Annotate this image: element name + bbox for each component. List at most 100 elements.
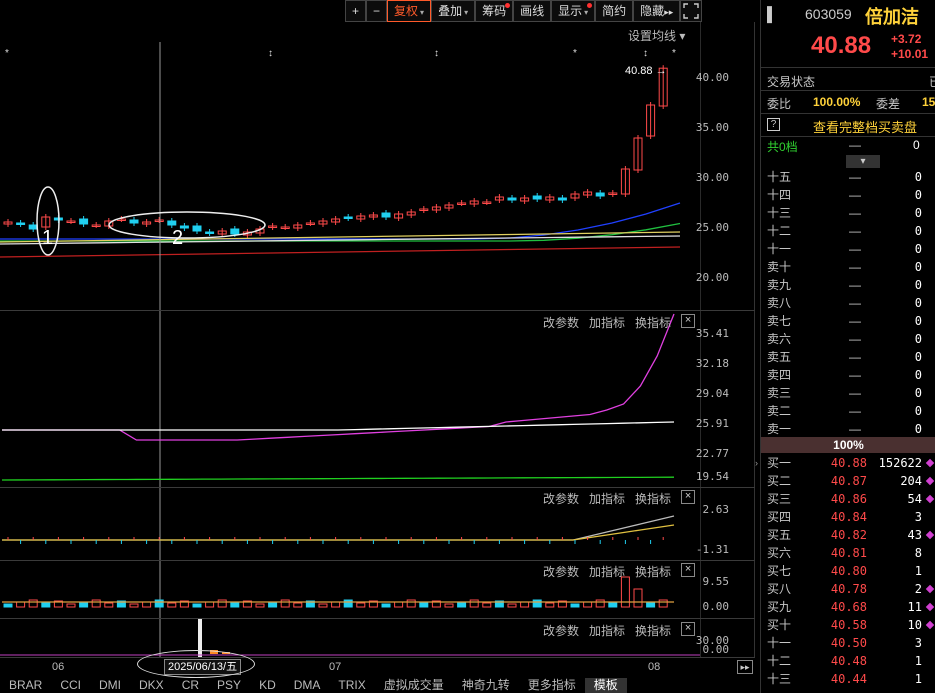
buy-level-row[interactable]: 买十 40.58 10 [761,616,935,634]
buy-level-row[interactable]: 买七 40.80 1 [761,562,935,580]
level-price: 40.44 [830,672,867,686]
candle [595,192,605,197]
indicator-tab[interactable]: 更多指标 [519,678,585,693]
change-params-button[interactable]: 改参数 [543,563,579,580]
indicator-tab[interactable]: 模板 [584,678,627,693]
toolbar-item-3[interactable]: 画线 [513,0,552,22]
toolbar-item-5[interactable]: 简约 [595,0,634,22]
fullscreen-icon[interactable] [680,0,703,22]
volume-bar [520,601,530,608]
buy-level-row[interactable]: 买二 40.87 204 [761,472,935,490]
sell-level-row[interactable]: 卖六 — 0 [761,330,935,348]
menu-icon[interactable]: ▌ [767,6,777,22]
indicator-tab[interactable]: BRAR [0,678,51,693]
level-volume: 204 [900,474,922,488]
switch-indicator-button[interactable]: 换指标 [635,622,671,639]
add-indicator-button[interactable]: 加指标 [589,622,625,639]
sell-level-row[interactable]: 十二 — 0 [761,222,935,240]
switch-indicator-button[interactable]: 换指标 [635,314,671,331]
switch-indicator-button[interactable]: 换指标 [635,563,671,580]
sell-level-row[interactable]: 卖二 — 0 [761,402,935,420]
sell-level-row[interactable]: 卖八 — 0 [761,294,935,312]
sell-level-row[interactable]: 卖九 — 0 [761,276,935,294]
toolbar-item-2[interactable]: 筹码 [475,0,514,22]
change-params-button[interactable]: 改参数 [543,622,579,639]
buy-level-row[interactable]: 买四 40.84 3 [761,508,935,526]
close-icon[interactable]: × [681,490,696,504]
buy-level-row[interactable]: 买八 40.78 2 [761,580,935,598]
zoom-in-button[interactable]: + [345,0,367,22]
indicator-tab[interactable]: CCI [51,678,90,693]
sell-level-row[interactable]: 卖一 — 0 [761,420,935,438]
close-icon[interactable]: × [681,314,696,328]
close-icon[interactable]: × [681,622,696,636]
candle [129,219,139,224]
buy-level-row[interactable]: 买九 40.68 11 [761,598,935,616]
toolbar-item-6[interactable]: 隐藏▸▸ [633,0,681,22]
indicator-tab[interactable]: DMI [90,678,130,693]
sell-level-row[interactable]: 卖七 — 0 [761,312,935,330]
buy-level-row[interactable]: 十二 40.48 1 [761,652,935,670]
buy-level-row[interactable]: 十一 40.50 3 [761,634,935,652]
switch-indicator-button[interactable]: 换指标 [635,490,671,507]
indicator-tab[interactable]: TRIX [329,678,374,693]
chart-area[interactable]: * ↕ ↕ * ↕ * 40.88 → 1 2 [0,22,755,658]
buy-level-row[interactable]: 买五 40.82 43 [761,526,935,544]
toolbar-item-1[interactable]: 叠加 ▾ [431,0,476,22]
add-indicator-button[interactable]: 加指标 [589,490,625,507]
price-change: +3.72 [891,32,922,46]
indicator-tab[interactable]: 虚拟成交量 [375,678,453,693]
level-label: 卖四 [767,368,792,382]
buy-level-row[interactable]: 十三 40.44 1 [761,670,935,688]
change-params-button[interactable]: 改参数 [543,490,579,507]
expand-right-icon[interactable]: ▸▸ [737,660,753,674]
indicator-tab[interactable]: DKX [130,678,173,693]
add-indicator-button[interactable]: 加指标 [589,563,625,580]
level-label: 卖九 [767,278,792,292]
zoom-out-button[interactable]: − [366,0,388,22]
panel-divider [0,560,755,561]
toolbar-item-4[interactable]: 显示 ▾ [551,0,596,22]
sell-level-row[interactable]: 卖五 — 0 [761,348,935,366]
sell-level-row[interactable]: 十三 — 0 [761,204,935,222]
sell-level-row[interactable]: 十一 — 0 [761,240,935,258]
indicator-tab[interactable]: PSY [208,678,250,693]
level-volume: 0 [914,332,922,346]
level-label: 十三 [767,206,792,220]
quote-scroll-arrow[interactable]: › [755,458,761,498]
toolbar-item-0[interactable]: 复权 ▾ [387,0,432,22]
collapse-chevron-icon[interactable]: ▾ [846,155,880,168]
sell-level-row[interactable]: 卖四 — 0 [761,366,935,384]
panel-divider [0,618,755,619]
indicator-line [2,515,675,541]
level-price-empty: — [849,296,861,310]
indicator-tab[interactable]: CR [173,678,208,693]
candle [167,220,177,226]
buy-level-row[interactable]: 买三 40.86 54 [761,490,935,508]
level-label: 卖一 [767,422,792,436]
sell-level-row[interactable]: 卖三 — 0 [761,384,935,402]
indicator-tab[interactable]: KD [250,678,285,693]
change-params-button[interactable]: 改参数 [543,314,579,331]
order-mark-icon [925,602,935,612]
buy-level-row[interactable]: 买一 40.88 152622 [761,454,935,472]
volume-bar [532,599,542,608]
sell-level-row[interactable]: 十四 — 0 [761,186,935,204]
help-icon[interactable]: ? [767,118,780,131]
level-label: 买八 [767,582,792,596]
close-icon[interactable]: × [681,563,696,577]
buy-level-row[interactable]: 买六 40.81 8 [761,544,935,562]
sell-level-row[interactable]: 卖十 — 0 [761,258,935,276]
level-price-empty: — [849,224,861,238]
level-volume: 3 [914,636,922,650]
full-order-book-link[interactable]: 查看完整档买卖盘 [813,117,917,136]
event-marker-icon: ↕ [434,48,439,59]
indicator-tab[interactable]: DMA [285,678,330,693]
add-indicator-button[interactable]: 加指标 [589,314,625,331]
ma-settings-button[interactable]: 设置均线 ▾ [628,27,685,44]
sell-level-row[interactable]: 十五 — 0 [761,168,935,186]
volume-bar [104,602,114,608]
level-price: 40.78 [830,582,867,596]
y-axis-tick: 19.54 [695,470,729,483]
indicator-tab[interactable]: 神奇九转 [453,678,519,693]
